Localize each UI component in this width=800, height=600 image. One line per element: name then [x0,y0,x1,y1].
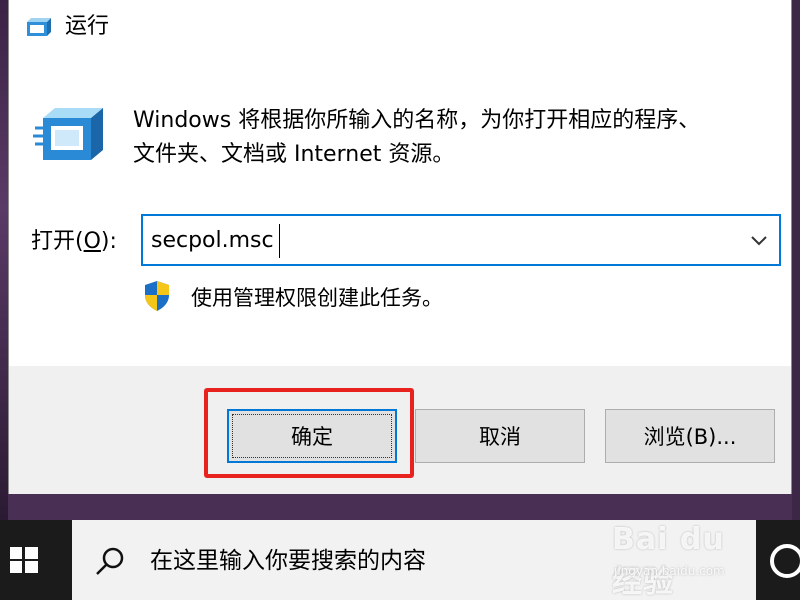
open-input[interactable] [151,222,711,260]
open-label-prefix: 打开( [31,229,84,254]
open-label: 打开(O): [31,226,117,258]
browse-button[interactable]: 浏览(B)... [605,409,775,463]
open-label-suffix: ): [100,229,117,254]
run-large-icon [33,108,103,160]
dialog-title: 运行 [65,14,110,39]
search-placeholder: 在这里输入你要搜索的内容 [150,548,426,574]
chevron-down-icon[interactable] [747,228,771,252]
cancel-button[interactable]: 取消 [415,409,585,463]
dialog-titlebar[interactable]: 运行 [9,0,791,56]
watermark-main: Bai du 经验 [612,522,725,600]
admin-privilege-text: 使用管理权限创建此任务。 [191,286,443,310]
windows-start-icon[interactable] [8,544,40,576]
search-icon [96,547,124,575]
open-combobox[interactable] [141,214,781,266]
open-label-accesskey: O [83,229,101,254]
desktop-background-right [792,0,800,520]
watermark: Bai du 经验 jingyan.baidu.com [612,512,762,600]
ok-button-highlight [204,388,414,478]
dialog-description: Windows 将根据你所输入的名称，为你打开相应的程序、 文件夹、文档或 In… [133,108,701,167]
task-view-icon[interactable] [770,544,800,578]
text-caret [279,224,280,258]
watermark-sub: jingyan.baidu.com [614,564,725,578]
desktop-background [0,0,8,520]
run-app-icon [27,18,51,36]
uac-shield-icon [145,281,169,311]
